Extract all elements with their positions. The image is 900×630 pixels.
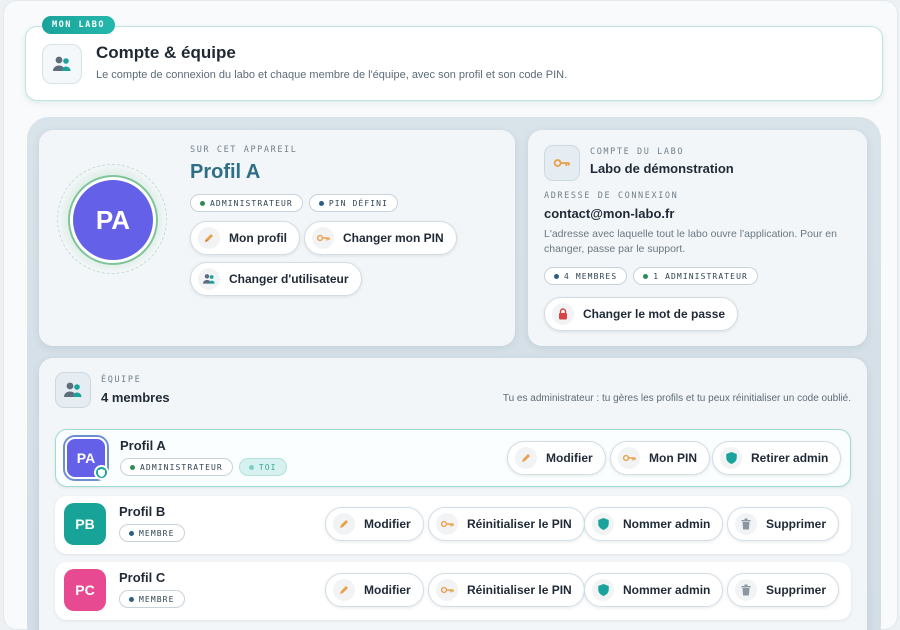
edit-button[interactable]: Modifier	[325, 507, 424, 541]
lab-badges: 4 MEMBRES 1 ADMINISTRATEUR	[544, 267, 758, 285]
members-count-badge: 4 MEMBRES	[544, 267, 628, 285]
my-profile-button[interactable]: Mon profil	[190, 221, 300, 255]
pencil-icon	[333, 579, 355, 601]
trash-icon	[735, 513, 757, 535]
member-name: Profil B	[119, 504, 166, 519]
key-icon	[436, 513, 458, 535]
make-admin-button[interactable]: Nommer admin	[584, 507, 724, 541]
team-icon	[42, 44, 82, 84]
make-admin-button[interactable]: Nommer admin	[584, 573, 724, 607]
team-member-row: PC Profil C MEMBRE Modifier Réinitialise…	[55, 562, 851, 620]
lab-name: Labo de démonstration	[590, 161, 734, 176]
current-profile-avatar: PA	[70, 177, 156, 263]
member-name: Profil C	[119, 570, 166, 585]
admin-note: Tu es administrateur : tu gères les prof…	[502, 393, 851, 404]
header-card: Compte & équipe Le compte de connexion d…	[25, 26, 883, 101]
admin-shield-icon	[94, 465, 109, 480]
page-title: Compte & équipe	[96, 43, 236, 62]
switch-user-button[interactable]: Changer d'utilisateur	[190, 262, 362, 296]
trash-icon	[735, 579, 757, 601]
member-name: Profil A	[120, 438, 166, 453]
edit-button[interactable]: Modifier	[325, 573, 424, 607]
pencil-icon	[333, 513, 355, 535]
shield-icon	[592, 579, 614, 601]
member-badges: ADMINISTRATEUR TOI	[120, 458, 287, 476]
member-avatar: PC	[64, 569, 106, 611]
team-member-row: PA Profil A ADMINISTRATEUR TOI Modifier …	[55, 429, 851, 487]
users-icon	[198, 268, 220, 290]
delete-button[interactable]: Supprimer	[727, 573, 840, 607]
section-tag: MON LABO	[42, 16, 115, 34]
login-label: ADRESSE DE CONNEXION	[544, 191, 679, 201]
profile-badges: ADMINISTRATEUR PIN DÉFINI	[190, 194, 399, 212]
shield-icon	[720, 447, 742, 469]
role-badge: ADMINISTRATEUR	[120, 458, 233, 476]
current-profile-name: Profil A	[190, 161, 261, 183]
team-member-row: PB Profil B MEMBRE Modifier Réinitialise…	[55, 496, 851, 554]
role-badge: ADMINISTRATEUR	[190, 194, 303, 212]
delete-button[interactable]: Supprimer	[727, 507, 840, 541]
member-badges: MEMBRE	[119, 590, 185, 608]
key-icon	[618, 447, 640, 469]
pencil-icon	[515, 447, 537, 469]
login-note: L'adresse avec laquelle tout le labo ouv…	[544, 228, 837, 255]
shield-icon	[592, 513, 614, 535]
you-badge: TOI	[238, 458, 287, 476]
key-icon	[544, 145, 580, 181]
role-badge: MEMBRE	[119, 590, 185, 608]
member-avatar: PB	[64, 503, 106, 545]
role-badge: MEMBRE	[119, 524, 185, 542]
team-count: 4 membres	[101, 390, 170, 405]
reset-pin-button[interactable]: Réinitialiser le PIN	[428, 573, 585, 607]
page: MON LABO Compte & équipe Le compte de co…	[3, 0, 898, 630]
change-pin-button[interactable]: Changer mon PIN	[304, 221, 457, 255]
my-pin-button[interactable]: Mon PIN	[610, 441, 710, 475]
current-profile-card: PA SUR CET APPAREIL Profil A ADMINISTRAT…	[39, 130, 515, 346]
admins-count-badge: 1 ADMINISTRATEUR	[633, 267, 758, 285]
login-email: contact@mon-labo.fr	[544, 206, 675, 221]
pencil-icon	[198, 227, 220, 249]
team-icon	[55, 372, 91, 408]
lock-icon	[552, 303, 574, 325]
device-eyebrow: SUR CET APPAREIL	[190, 145, 298, 155]
pin-status-badge: PIN DÉFINI	[308, 194, 399, 212]
team-eyebrow: ÉQUIPE	[101, 375, 142, 385]
key-icon	[436, 579, 458, 601]
team-card: ÉQUIPE 4 membres Tu es administrateur : …	[39, 358, 867, 630]
key-icon	[312, 227, 334, 249]
page-subtitle: Le compte de connexion du labo et chaque…	[96, 69, 568, 81]
remove-admin-button[interactable]: Retirer admin	[712, 441, 842, 475]
edit-button[interactable]: Modifier	[507, 441, 606, 475]
member-badges: MEMBRE	[119, 524, 185, 542]
lab-eyebrow: COMPTE DU LABO	[590, 147, 685, 157]
content-panel: PA SUR CET APPAREIL Profil A ADMINISTRAT…	[27, 117, 881, 630]
change-password-button[interactable]: Changer le mot de passe	[544, 297, 739, 331]
lab-account-card: COMPTE DU LABO Labo de démonstration ADR…	[528, 130, 867, 346]
reset-pin-button[interactable]: Réinitialiser le PIN	[428, 507, 585, 541]
